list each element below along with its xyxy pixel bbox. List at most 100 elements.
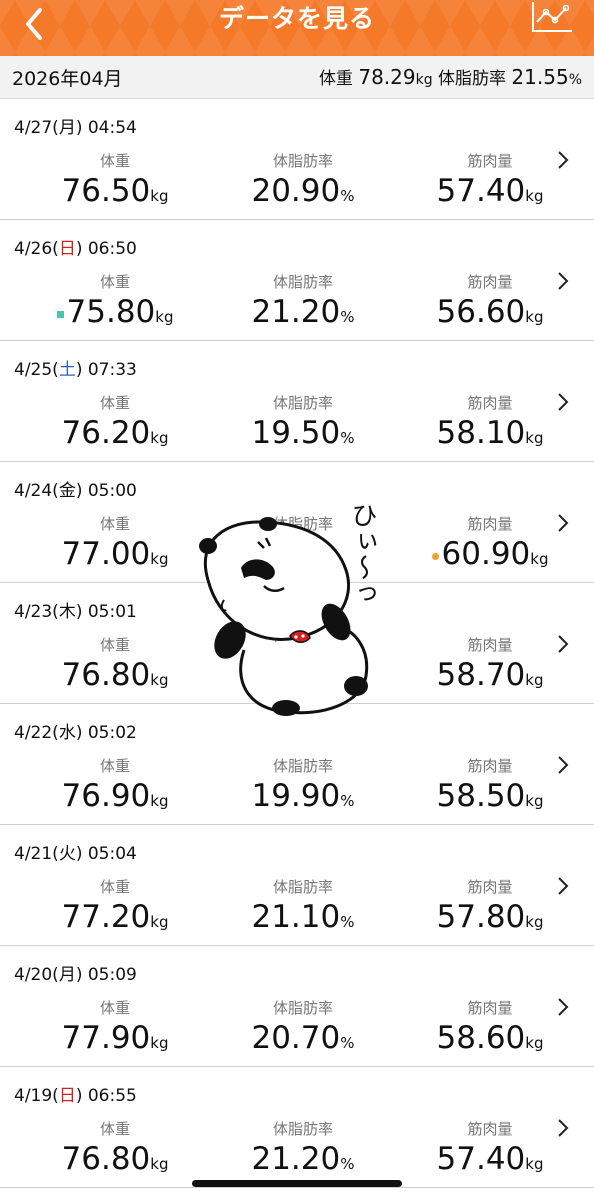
record-row[interactable]: 4/20(月) 05:09 体重 77.90kg 体脂肪率 20.70% 筋肉量…: [0, 946, 594, 1067]
body-fat-unit: %: [340, 1034, 355, 1052]
chevron-right-icon: [558, 393, 569, 411]
record-date: 4/22(水) 05:02: [14, 718, 137, 743]
body-fat-value: 20.70: [251, 1020, 341, 1056]
sticker-text: ひぃ〜っ: [347, 502, 377, 606]
chevron-right-icon: [558, 756, 569, 774]
muscle-unit: kg: [525, 1155, 544, 1173]
record-weekday: 木: [58, 602, 76, 622]
chevron-right-icon: [558, 635, 569, 653]
body-fat-value: 19.50: [251, 415, 341, 451]
body-fat-unit: %: [340, 187, 355, 205]
page-title: データを見る: [218, 4, 375, 33]
record-weekday: 月: [58, 118, 76, 138]
summary-fat-unit: %: [568, 72, 582, 88]
summary-fat-label: 体脂肪率: [438, 69, 507, 89]
weight-label: 体重: [99, 1120, 130, 1138]
weight-unit: kg: [150, 913, 169, 931]
body-fat-unit: %: [340, 1155, 355, 1173]
record-row[interactable]: 4/26(日) 06:50 体重 75.80kg 体脂肪率 21.20% 筋肉量…: [0, 220, 594, 341]
record-date: 4/24(金) 05:00: [14, 476, 137, 501]
home-indicator[interactable]: [192, 1180, 402, 1187]
muscle-unit: kg: [525, 913, 544, 931]
muscle-label: 筋肉量: [467, 273, 513, 291]
chevron-right-icon: [558, 514, 569, 532]
weight-value: 75.80: [66, 294, 156, 330]
record-time: ) 06:50: [75, 239, 137, 259]
record-date-prefix: 4/20(: [14, 965, 59, 985]
body-fat-value: 19.90: [251, 778, 341, 814]
weight-metric: 体重 77.20kg: [30, 877, 200, 940]
body-fat-value: 21.10: [251, 899, 341, 935]
record-date-prefix: 4/25(: [14, 360, 59, 380]
muscle-value: 57.80: [436, 899, 526, 935]
body-fat-label: 体脂肪率: [272, 1120, 333, 1138]
body-fat-label: 体脂肪率: [272, 273, 333, 291]
month-average: 体重 78.29kg 体脂肪率 21.55%: [319, 64, 582, 89]
weight-marker: [56, 311, 64, 318]
chevron-right-icon: [558, 998, 569, 1016]
record-row[interactable]: 4/19(日) 06:55 体重 76.80kg 体脂肪率 21.20% 筋肉量…: [0, 1067, 594, 1188]
record-time: ) 05:09: [75, 965, 137, 985]
muscle-metric: 筋肉量 58.50kg: [405, 756, 575, 819]
record-time: ) 07:33: [75, 360, 137, 380]
record-date: 4/25(土) 07:33: [14, 355, 137, 380]
panda-icon: ひぃ〜っ: [199, 502, 377, 716]
body-fat-value: 21.20: [251, 1141, 341, 1177]
summary-fat-value: 21.55: [511, 65, 569, 89]
muscle-unit: kg: [525, 187, 544, 205]
record-time: ) 04:54: [75, 118, 137, 138]
body-fat-label: 体脂肪率: [272, 394, 333, 412]
muscle-value: 60.90: [441, 536, 531, 572]
body-fat-metric: 体脂肪率 20.70%: [218, 998, 388, 1061]
weight-metric: 体重 76.80kg: [30, 635, 200, 698]
weight-unit: kg: [150, 1034, 169, 1052]
record-weekday: 日: [58, 239, 76, 259]
weight-metric: 体重 77.00kg: [30, 514, 200, 577]
muscle-metric: 筋肉量 56.60kg: [405, 272, 575, 335]
weight-unit: kg: [150, 429, 169, 447]
record-row[interactable]: 4/25(土) 07:33 体重 76.20kg 体脂肪率 19.50% 筋肉量…: [0, 341, 594, 462]
chevron-right-icon: [558, 877, 569, 895]
weight-label: 体重: [99, 999, 130, 1017]
muscle-unit: kg: [525, 429, 544, 447]
body-fat-metric: 体脂肪率 21.10%: [218, 877, 388, 940]
muscle-value: 57.40: [436, 1141, 526, 1177]
weight-metric: 体重 76.50kg: [30, 151, 200, 214]
record-date-prefix: 4/19(: [14, 1086, 59, 1106]
weight-label: 体重: [99, 273, 130, 291]
muscle-value: 58.50: [436, 778, 526, 814]
muscle-label: 筋肉量: [467, 878, 513, 896]
weight-label: 体重: [99, 878, 130, 896]
weight-metric: 体重 76.20kg: [30, 393, 200, 456]
graph-view-button[interactable]: [530, 0, 574, 34]
muscle-metric: 筋肉量 57.40kg: [405, 151, 575, 214]
body-fat-metric: 体脂肪率 19.50%: [218, 393, 388, 456]
record-weekday: 火: [58, 844, 76, 864]
muscle-label: 筋肉量: [467, 636, 513, 654]
weight-label: 体重: [99, 757, 130, 775]
chevron-right-icon: [558, 1119, 569, 1137]
muscle-value: 58.70: [436, 657, 526, 693]
body-fat-metric: 体脂肪率 20.90%: [218, 151, 388, 214]
record-date-prefix: 4/22(: [14, 723, 59, 743]
record-time: ) 06:55: [75, 1086, 137, 1106]
muscle-unit: kg: [525, 1034, 544, 1052]
weight-unit: kg: [150, 1155, 169, 1173]
weight-value: 76.50: [61, 173, 151, 209]
weight-value: 77.00: [61, 536, 151, 572]
weight-metric: 体重 75.80kg: [30, 272, 200, 335]
record-date: 4/23(木) 05:01: [14, 597, 137, 622]
record-weekday: 日: [58, 1086, 76, 1106]
weight-value: 77.20: [61, 899, 151, 935]
record-date-prefix: 4/21(: [14, 844, 59, 864]
weight-value: 77.90: [61, 1020, 151, 1056]
record-row[interactable]: 4/21(火) 05:04 体重 77.20kg 体脂肪率 21.10% 筋肉量…: [0, 825, 594, 946]
muscle-label: 筋肉量: [467, 394, 513, 412]
record-date-prefix: 4/26(: [14, 239, 59, 259]
body-fat-label: 体脂肪率: [272, 757, 333, 775]
weight-unit: kg: [150, 550, 169, 568]
summary-weight-unit: kg: [415, 72, 433, 88]
record-date-prefix: 4/23(: [14, 602, 59, 622]
weight-metric: 体重 77.90kg: [30, 998, 200, 1061]
record-row[interactable]: 4/27(月) 04:54 体重 76.50kg 体脂肪率 20.90% 筋肉量…: [0, 99, 594, 220]
